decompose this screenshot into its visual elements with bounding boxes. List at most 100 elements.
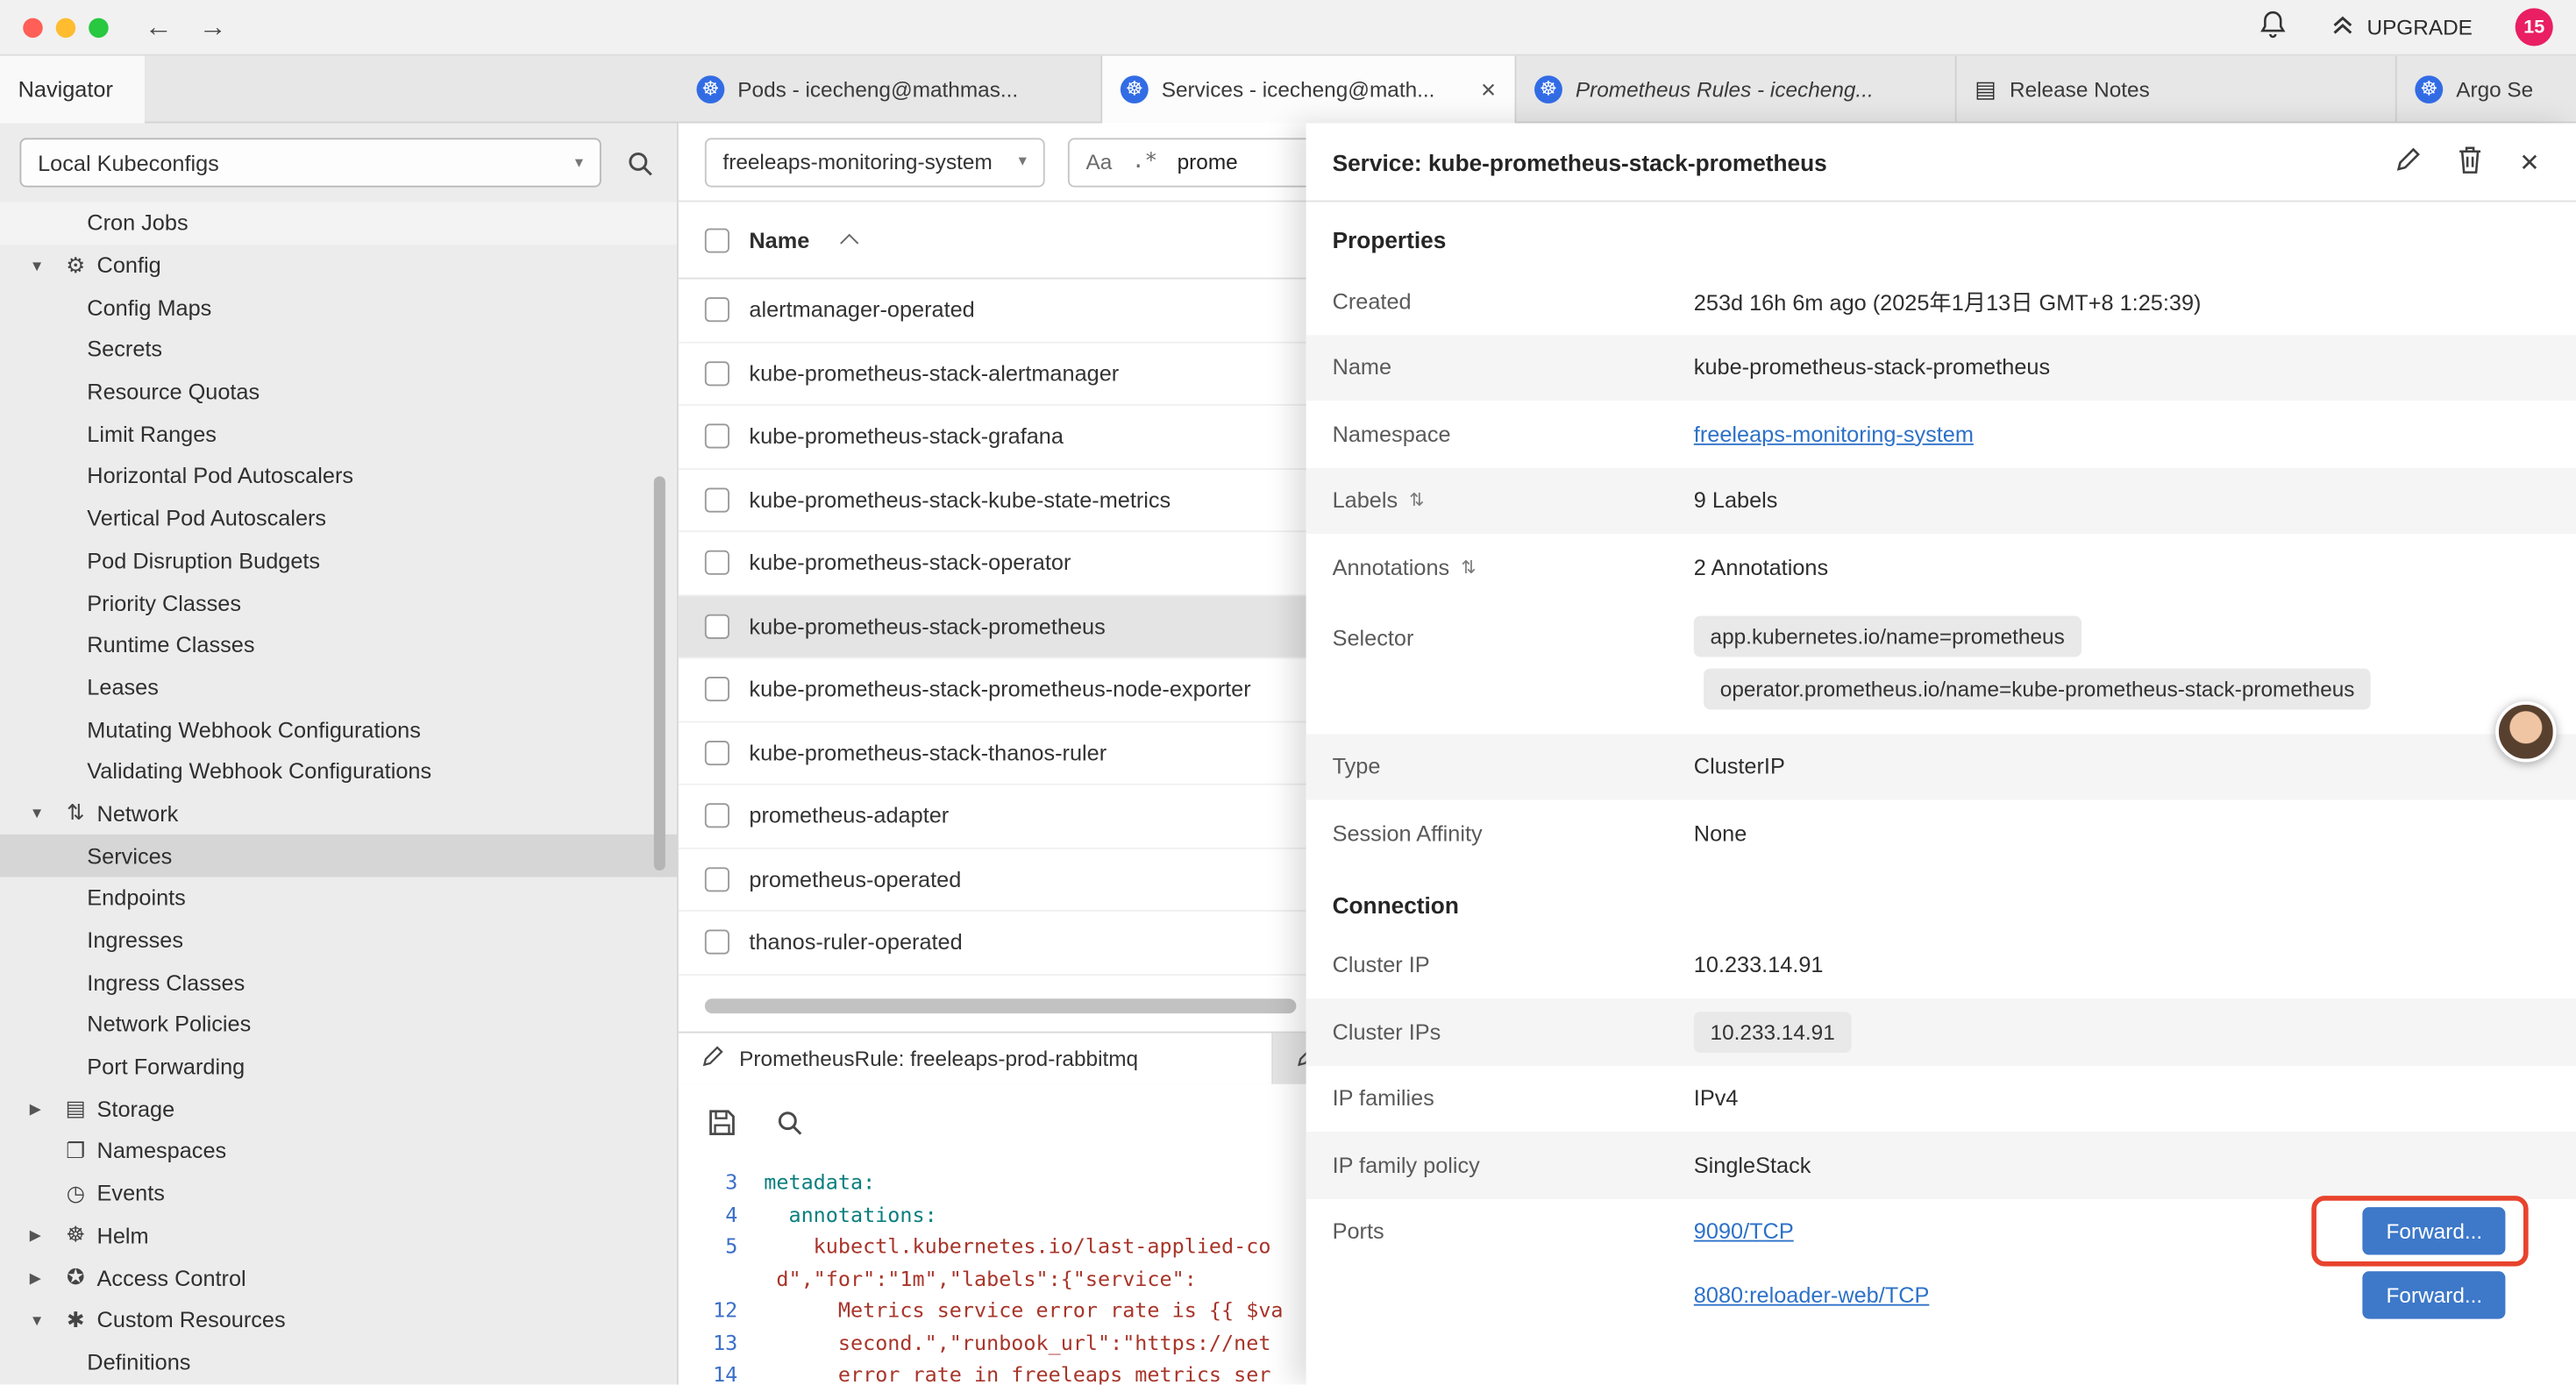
history-back-button[interactable]: ← [145,0,173,55]
row-checkbox[interactable] [705,930,729,955]
chevron-down-icon[interactable]: ▼ [30,1312,60,1329]
expand-collapse-icon[interactable]: ⇅ [1461,557,1476,578]
sidebar-item-runtime-classes[interactable]: Runtime Classes [0,624,677,666]
chevron-right-icon[interactable]: ▶ [30,1100,60,1119]
expand-collapse-icon[interactable]: ⇅ [1409,490,1424,511]
history-forward-button[interactable]: → [199,0,227,55]
sidebar-item-vertical-pod-autoscalers[interactable]: Vertical Pod Autoscalers [0,497,677,539]
chevron-down-icon[interactable]: ▼ [30,257,60,273]
sidebar-search-icon[interactable] [621,145,657,181]
notification-count-badge[interactable]: 15 [2516,8,2553,46]
kubernetes-icon: ☸ [1121,75,1149,103]
tab-argo[interactable]: ☸ Argo Se [2397,56,2576,124]
row-label: Ports [1333,1198,1694,1243]
port-link[interactable]: 8080:reloader-web/TCP [1694,1282,1930,1306]
horizontal-scrollbar[interactable] [705,998,1297,1013]
drawer-row-selector: Selector app.kubernetes.io/name=promethe… [1306,600,2576,734]
row-checkbox[interactable] [705,298,729,323]
sidebar-item-horizontal-pod-autoscalers[interactable]: Horizontal Pod Autoscalers [0,455,677,497]
row-checkbox[interactable] [705,867,729,891]
tab-services[interactable]: ☸ Services - icecheng@math... ✕ [1102,56,1516,124]
window-close-button[interactable] [23,18,42,37]
sort-ascending-icon[interactable] [840,233,858,252]
tab-close-icon[interactable]: ✕ [1467,78,1497,101]
drawer-row-namespace: Namespace freeleaps-monitoring-system [1306,401,2576,467]
sidebar-item-definitions[interactable]: Definitions [0,1341,677,1383]
kubeconfig-selector[interactable]: Local Kubeconfigs ▾ [19,138,601,187]
upgrade-button[interactable]: UPGRADE [2329,11,2473,43]
user-avatar[interactable] [2495,701,2556,762]
drawer-row-labels: Labels⇅ 9 Labels [1306,467,2576,534]
kubernetes-icon: ☸ [1534,75,1562,103]
delete-trash-icon[interactable] [2459,146,2483,178]
sidebar-item-ingress-classes[interactable]: Ingress Classes [0,962,677,1004]
document-icon: ▤ [1975,75,1996,103]
sidebar-item-access-control[interactable]: ▶✪Access Control [0,1257,677,1299]
sidebar-item-port-forwarding[interactable]: Port Forwarding [0,1046,677,1088]
chevron-down-icon[interactable]: ▼ [30,806,60,822]
dock-tab-prometheusrule[interactable]: PrometheusRule: freeleaps-prod-rabbitmq [679,1033,1273,1084]
sidebar-item-limit-ranges[interactable]: Limit Ranges [0,413,677,455]
sidebar-item-events[interactable]: ◷Events [0,1172,677,1214]
sidebar-item-resource-quotas[interactable]: Resource Quotas [0,371,677,413]
sidebar-item-namespaces[interactable]: ❐Namespaces [0,1130,677,1172]
select-all-checkbox[interactable] [705,228,729,252]
navigator-tree: Cron Jobs ▼⚙Config Config Maps Secrets R… [0,202,677,1385]
sidebar-item-ingresses[interactable]: Ingresses [0,920,677,962]
match-case-toggle[interactable]: Aa [1086,150,1113,174]
window-zoom-button[interactable] [89,18,108,37]
namespace-filter-select[interactable]: freeleaps-monitoring-system ▾ [705,137,1045,186]
sidebar-item-endpoints[interactable]: Endpoints [0,877,677,920]
sidebar-item-services[interactable]: Services [0,835,677,877]
sidebar-item-validating-webhook-configurations[interactable]: Validating Webhook Configurations [0,750,677,792]
sidebar-item-config-maps[interactable]: Config Maps [0,287,677,329]
row-checkbox[interactable] [705,550,729,575]
chevron-right-icon[interactable]: ▶ [30,1269,60,1288]
service-name: kube-prometheus-stack-prometheus [749,614,1105,638]
row-checkbox[interactable] [705,741,729,765]
regex-toggle[interactable]: .* [1132,150,1157,174]
row-checkbox[interactable] [705,361,729,386]
tab-prometheus-rules[interactable]: ☸ Prometheus Rules - icecheng... [1516,56,1956,124]
editor-search-icon[interactable] [775,1109,803,1141]
sidebar-item-mutating-webhook-configurations[interactable]: Mutating Webhook Configurations [0,708,677,750]
sidebar-item-priority-classes[interactable]: Priority Classes [0,582,677,624]
row-checkbox[interactable] [705,487,729,512]
port-link[interactable]: 9090/TCP [1694,1218,1794,1242]
row-checkbox[interactable] [705,614,729,638]
sidebar-item-secrets[interactable]: Secrets [0,329,677,371]
forward-button[interactable]: Forward... [2363,1206,2505,1254]
chevron-down-icon: ▾ [575,153,583,172]
sidebar-item-network-policies[interactable]: Network Policies [0,1004,677,1046]
service-name: kube-prometheus-stack-kube-state-metrics [749,487,1171,512]
sidebar-scrollbar[interactable] [654,476,665,870]
labels-count[interactable]: 9 Labels [1694,488,1778,513]
row-checkbox[interactable] [705,677,729,701]
sidebar-item-config[interactable]: ▼⚙Config [0,245,677,287]
tab-label: Pods - icecheng@mathmas... [737,77,1018,102]
edit-pencil-icon[interactable] [2396,146,2423,178]
column-header-name[interactable]: Name [749,228,809,252]
sidebar-item-custom-resources[interactable]: ▼✱Custom Resources [0,1299,677,1341]
save-icon[interactable] [708,1109,737,1141]
tab-release-notes[interactable]: ▤ Release Notes [1957,56,2397,124]
forward-button[interactable]: Forward... [2363,1270,2505,1318]
annotations-count[interactable]: 2 Annotations [1694,555,1828,579]
sidebar-item-storage[interactable]: ▶▤Storage [0,1088,677,1130]
tab-pods[interactable]: ☸ Pods - icecheng@mathmas... [679,56,1102,124]
sidebar-item-cron-jobs[interactable]: Cron Jobs [0,202,677,244]
sidebar-item-pod-disruption-budgets[interactable]: Pod Disruption Budgets [0,540,677,582]
sidebar-item-network[interactable]: ▼⇅Network [0,792,677,835]
row-label: Session Affinity [1333,820,1694,845]
window-minimize-button[interactable] [56,18,75,37]
sidebar-item-label: Cron Jobs [87,210,188,235]
namespace-link[interactable]: freeleaps-monitoring-system [1694,422,1974,446]
chevron-right-icon[interactable]: ▶ [30,1226,60,1245]
row-checkbox[interactable] [705,424,729,449]
sidebar-item-helm[interactable]: ▶☸Helm [0,1215,677,1257]
service-name: prometheus-adapter [749,804,949,828]
sidebar-item-leases[interactable]: Leases [0,666,677,708]
notifications-bell-icon[interactable] [2259,10,2287,44]
row-checkbox[interactable] [705,804,729,828]
close-icon[interactable]: ✕ [2519,147,2540,177]
